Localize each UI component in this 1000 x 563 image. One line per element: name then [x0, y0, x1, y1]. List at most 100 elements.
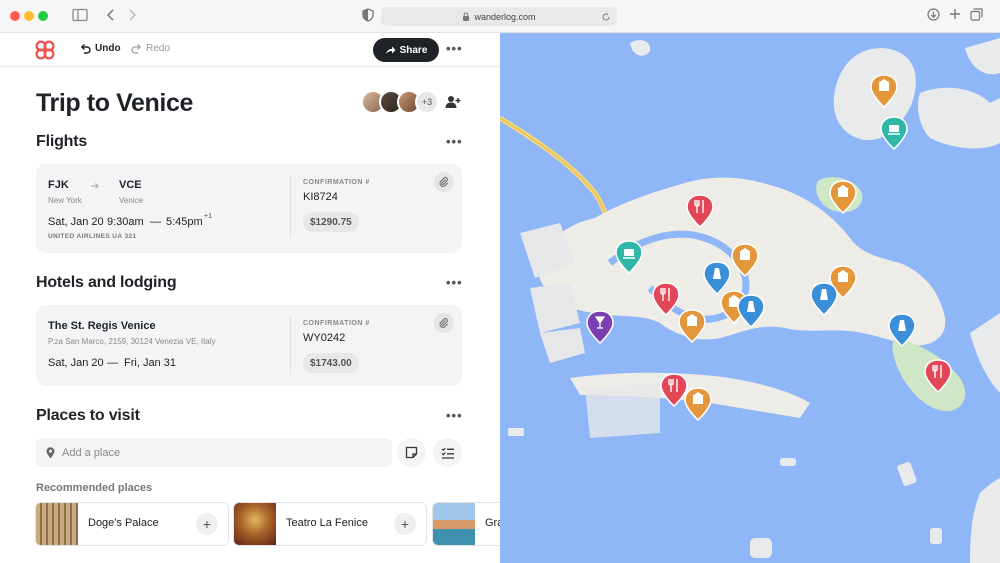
place-name: Gra [485, 517, 500, 529]
hotel-name: The St. Regis Venice [48, 320, 156, 332]
map-pin-ferry[interactable] [880, 116, 908, 151]
add-place-placeholder: Add a place [62, 446, 121, 459]
download-icon[interactable] [927, 8, 940, 25]
undo-button[interactable]: Undo [80, 43, 121, 54]
stay-dash: — [107, 357, 118, 369]
trip-plan-panel: Undo Redo Share ••• Trip to Venice +3 Fl… [0, 33, 500, 563]
places-more-icon[interactable]: ••• [446, 408, 463, 423]
redo-label: Redo [146, 43, 170, 54]
add-traveler-icon[interactable] [445, 95, 461, 114]
recommended-place-card[interactable]: Doge's Palace + [35, 502, 229, 546]
map-view[interactable] [500, 33, 1000, 563]
toolbar-more-icon[interactable]: ••• [446, 41, 463, 56]
share-label: Share [399, 44, 428, 56]
map-pin-restaurant[interactable] [660, 373, 688, 408]
confirmation-label: CONFIRMATION # [303, 179, 370, 186]
hotel-address: P.za San Marco, 2159, 30124 Venezia VE, … [48, 337, 216, 346]
from-city: New York [48, 196, 82, 205]
tab-overview-icon[interactable] [970, 8, 983, 25]
map-pin-museum[interactable] [678, 309, 706, 344]
minimize-window-button[interactable] [24, 11, 34, 21]
depart-time: 9:30am [107, 216, 144, 228]
map-pins [586, 74, 952, 422]
place-name: Teatro La Fenice [286, 517, 368, 529]
confirmation-number: WY0242 [303, 332, 346, 344]
add-checklist-button[interactable] [433, 438, 462, 467]
reload-icon[interactable] [601, 12, 611, 22]
privacy-shield-icon[interactable] [362, 8, 374, 26]
arrive-time: 5:45pm [166, 216, 203, 228]
browser-chrome: wanderlog.com [0, 0, 1000, 33]
map-pin-museum[interactable] [684, 387, 712, 422]
card-divider [290, 317, 291, 375]
map-pin-bar[interactable] [586, 310, 614, 345]
to-code: VCE [119, 179, 142, 191]
add-place-plus-icon[interactable]: + [196, 513, 218, 535]
flight-card[interactable]: FJK New York VCE Venice Sat, Jan 20 9:30… [36, 164, 462, 253]
places-heading: Places to visit [36, 407, 140, 424]
time-dash: — [150, 216, 161, 228]
trip-title: Trip to Venice [36, 89, 193, 117]
add-place-plus-icon[interactable]: + [394, 513, 416, 535]
map-pin-restaurant[interactable] [924, 359, 952, 394]
url-text: wanderlog.com [474, 11, 536, 22]
undo-label: Undo [95, 43, 121, 54]
checklist-icon [441, 447, 454, 459]
map-pin-landmark[interactable] [888, 313, 916, 348]
check-out-date: Fri, Jan 31 [124, 357, 176, 369]
hotels-heading: Hotels and lodging [36, 274, 177, 291]
note-icon [405, 446, 418, 459]
new-tab-icon[interactable] [949, 8, 961, 24]
from-code: FJK [48, 179, 69, 191]
address-bar[interactable]: wanderlog.com [381, 7, 617, 26]
sidebar-toggle-icon[interactable] [72, 8, 88, 26]
map-pin-landmark[interactable] [703, 261, 731, 296]
back-icon[interactable] [106, 8, 116, 26]
check-in-date: Sat, Jan 20 [48, 357, 104, 369]
redo-icon [131, 43, 142, 54]
map-pin-landmark[interactable] [737, 294, 765, 329]
doges-palace-photo [36, 503, 78, 545]
attachment-icon[interactable] [434, 313, 454, 333]
map-pin-museum[interactable] [829, 180, 857, 215]
map-pin-museum[interactable] [731, 243, 759, 278]
map-pin-restaurant[interactable] [686, 194, 714, 229]
app-toolbar: Undo Redo Share ••• [0, 33, 500, 67]
arrive-day-offset: +1 [204, 213, 212, 220]
flight-price: $1290.75 [303, 212, 359, 232]
teatro-la-fenice-photo [234, 503, 276, 545]
add-place-input[interactable]: Add a place [36, 438, 392, 467]
grand-canal-photo [433, 503, 475, 545]
close-window-button[interactable] [10, 11, 20, 21]
extra-travelers-badge[interactable]: +3 [415, 90, 439, 114]
zoom-window-button[interactable] [38, 11, 48, 21]
flights-heading: Flights [36, 133, 88, 150]
confirmation-label: CONFIRMATION # [303, 320, 370, 327]
location-pin-icon [46, 446, 55, 458]
lock-icon [463, 12, 470, 21]
map-pin-landmark[interactable] [810, 282, 838, 317]
attachment-icon[interactable] [434, 172, 454, 192]
flights-more-icon[interactable]: ••• [446, 134, 463, 149]
wanderlog-logo-icon[interactable] [34, 40, 56, 65]
recommended-label: Recommended places [36, 482, 153, 494]
place-name: Doge's Palace [88, 517, 159, 529]
share-arrow-icon [385, 46, 396, 54]
hotel-price: $1743.00 [303, 353, 359, 373]
confirmation-number: KI8724 [303, 191, 338, 203]
add-note-button[interactable] [397, 438, 426, 467]
map-pin-ferry[interactable] [615, 240, 643, 275]
hotel-card[interactable]: The St. Regis Venice P.za San Marco, 215… [36, 305, 462, 386]
flight-arrow-icon [90, 178, 100, 196]
recommended-place-card[interactable]: Teatro La Fenice + [233, 502, 427, 546]
share-button[interactable]: Share [373, 38, 439, 62]
undo-icon [80, 43, 91, 54]
map-pin-museum[interactable] [870, 74, 898, 109]
recommended-place-card[interactable]: Gra [432, 502, 500, 546]
map-pin-restaurant[interactable] [652, 282, 680, 317]
hotels-more-icon[interactable]: ••• [446, 275, 463, 290]
redo-button[interactable]: Redo [131, 43, 170, 54]
flight-date: Sat, Jan 20 [48, 216, 104, 228]
card-divider [290, 176, 291, 238]
forward-icon[interactable] [127, 8, 137, 26]
